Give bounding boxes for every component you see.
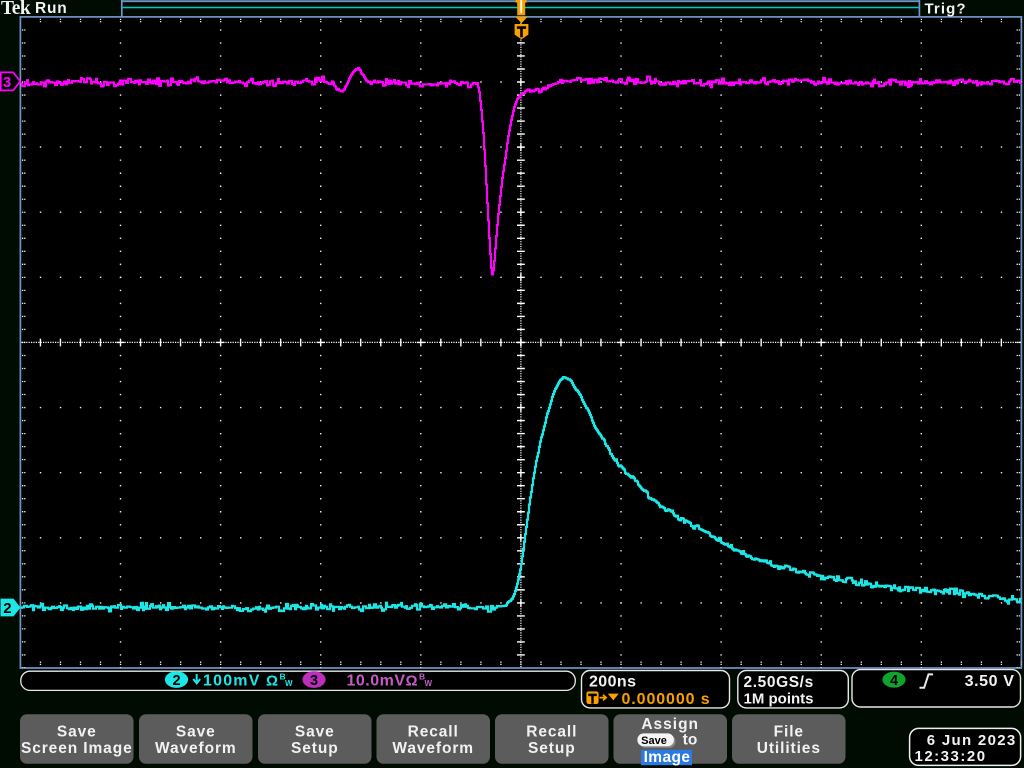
svg-text:Setup: Setup <box>528 740 576 757</box>
svg-text:Screen Image: Screen Image <box>21 740 133 757</box>
svg-text:0.000000 s: 0.000000 s <box>622 691 711 708</box>
svg-text:3: 3 <box>310 673 318 689</box>
svg-text:W: W <box>285 679 293 688</box>
svg-text:Run: Run <box>35 0 68 17</box>
svg-text:Save: Save <box>176 723 216 740</box>
svg-text:to: to <box>683 732 698 749</box>
svg-text:2: 2 <box>172 673 180 689</box>
svg-text:3.50 V: 3.50 V <box>965 673 1015 690</box>
svg-text:2.50GS/s: 2.50GS/s <box>744 674 814 691</box>
svg-text:3: 3 <box>3 74 11 91</box>
svg-text:200ns: 200ns <box>589 673 636 690</box>
svg-text:W: W <box>425 679 433 688</box>
svg-text:6 Jun 2023: 6 Jun 2023 <box>927 732 1017 749</box>
svg-text:Waveform: Waveform <box>155 740 237 757</box>
svg-text:4: 4 <box>890 673 898 689</box>
svg-text:100mV: 100mV <box>203 673 261 690</box>
svg-text:File: File <box>774 723 804 740</box>
svg-text:Image: Image <box>644 749 691 766</box>
svg-text:Waveform: Waveform <box>392 740 474 757</box>
svg-text:Save: Save <box>57 723 97 740</box>
svg-text:Recall: Recall <box>408 723 459 740</box>
svg-text:Ω: Ω <box>406 673 418 690</box>
svg-text:Setup: Setup <box>291 740 339 757</box>
svg-text:Trig?: Trig? <box>925 0 967 17</box>
svg-text:1M points: 1M points <box>744 691 814 708</box>
svg-text:Utilities: Utilities <box>757 740 821 757</box>
svg-text:12:33:20: 12:33:20 <box>915 748 987 765</box>
svg-text:2: 2 <box>3 600 11 617</box>
svg-text:Save: Save <box>295 723 335 740</box>
svg-text:Ω: Ω <box>266 673 278 690</box>
svg-text:Save: Save <box>641 735 667 747</box>
svg-text:10.0mV: 10.0mV <box>347 673 406 690</box>
svg-text:Recall: Recall <box>526 723 577 740</box>
svg-text:Assign: Assign <box>641 716 699 733</box>
svg-text:Tek: Tek <box>1 0 31 19</box>
